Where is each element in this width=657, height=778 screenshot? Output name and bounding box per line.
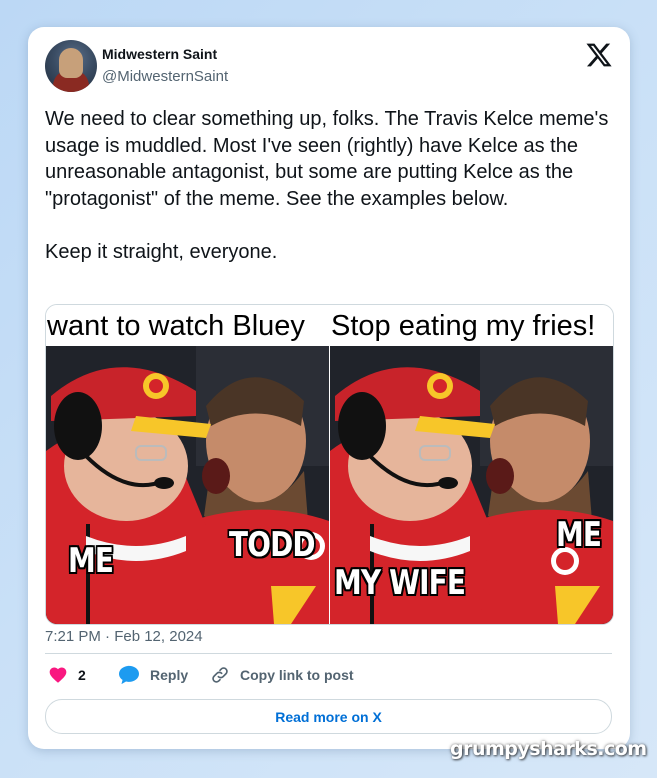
meme-caption: want to watch Bluey [46,305,329,346]
divider [45,653,612,654]
read-more-button[interactable]: Read more on X [45,699,612,734]
meme-photo [46,346,329,624]
tweet-paragraph: Keep it straight, everyone. [45,240,278,263]
author-handle[interactable]: @MidwesternSaint [102,68,228,85]
tweet-paragraph: We need to clear something up, folks. Th… [45,108,609,210]
copy-link-button[interactable]: Copy link to post [210,663,354,687]
meme-panel-left[interactable]: want to watch Bluey ME TODD [46,305,329,624]
meme-caption: Stop eating my fries! [330,305,613,346]
tweet-actions: 2 Reply Copy link to post [45,663,612,687]
meme-label: MY WIFE [334,563,466,603]
tweet-card: Midwestern Saint @MidwesternSaint We nee… [28,27,630,749]
copy-link-label: Copy link to post [240,667,354,683]
meme-panel-right[interactable]: Stop eating my fries! MY WIFE ME [330,305,613,624]
reply-button[interactable]: Reply [118,663,188,687]
meme-label: ME [68,541,114,581]
meme-label: ME [556,515,602,555]
author-avatar[interactable] [45,40,97,92]
tweet-timestamp[interactable]: 7:21 PM · Feb 12, 2024 [45,628,203,645]
meme-label: TODD [229,525,316,565]
tweet-media[interactable]: want to watch Bluey ME TODD Stop eating … [45,304,614,625]
tweet-text: We need to clear something up, folks. Th… [45,106,610,265]
author-display-name[interactable]: Midwestern Saint [102,46,217,62]
like-count: 2 [78,667,86,683]
x-logo-icon[interactable] [585,41,613,69]
heart-icon [49,667,67,683]
site-watermark: grumpysharks.com [450,738,647,760]
like-button[interactable]: 2 [48,663,86,687]
reply-label: Reply [150,667,189,683]
link-icon [212,667,228,683]
reply-bubble-icon [119,665,139,685]
